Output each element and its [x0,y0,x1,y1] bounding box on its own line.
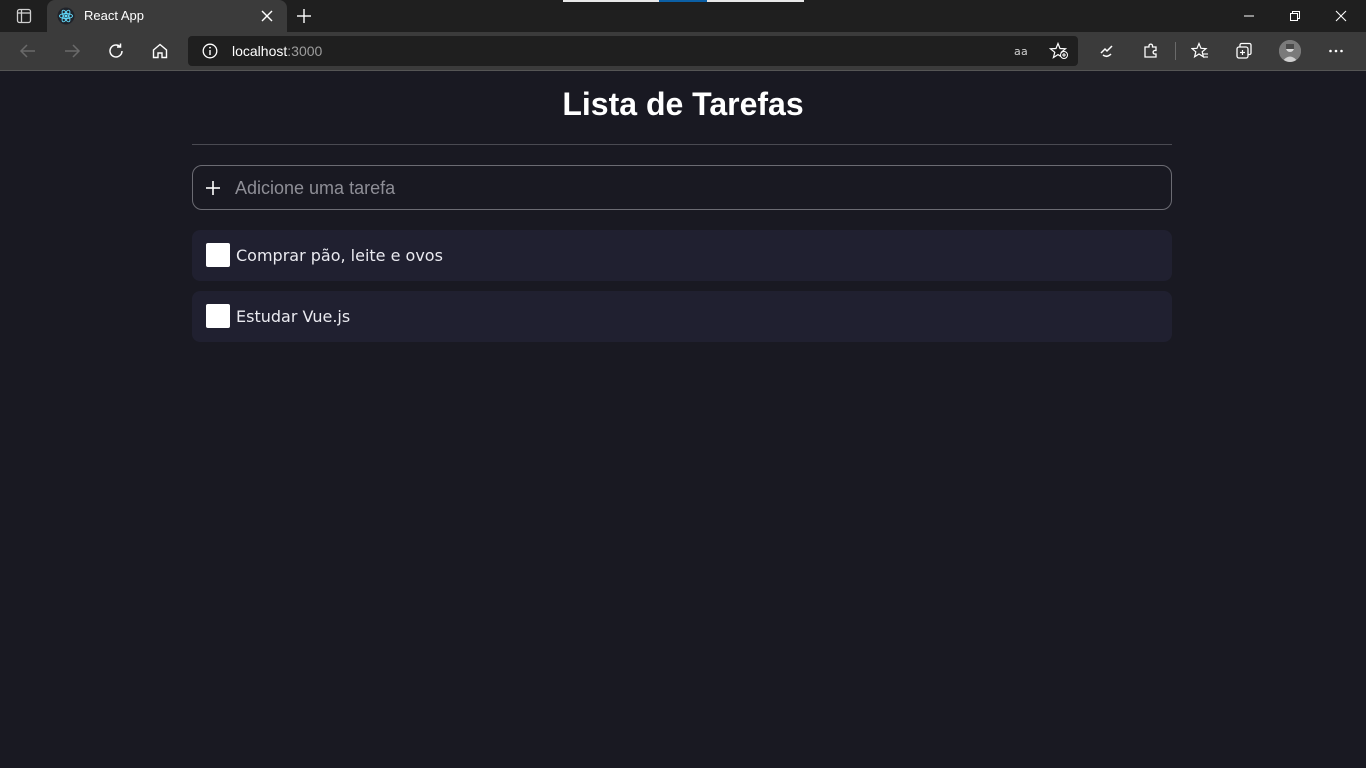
add-task-input[interactable] [233,172,1157,204]
add-task-field[interactable] [192,165,1172,210]
plus-icon[interactable] [205,180,221,196]
drag-region-indicator [563,0,804,2]
avatar[interactable] [1279,40,1301,62]
close-icon[interactable] [260,9,274,23]
tab-title: React App [84,8,144,23]
tab-actions-icon[interactable] [10,6,38,26]
url-host: localhost [232,43,288,59]
home-icon[interactable] [149,40,171,62]
svg-text:a: a [1014,45,1021,58]
page-title: Lista de Tarefas [562,86,804,122]
react-icon [57,7,75,25]
browser-toolbar: localhost:3000 aa [0,32,1366,71]
task-checkbox[interactable] [206,243,230,267]
title-divider [192,144,1172,145]
browser-tab-bar: React App [0,0,1366,32]
heart-pulse-icon[interactable] [1096,40,1118,62]
more-icon[interactable] [1325,40,1347,62]
task-item[interactable]: Estudar Vue.js [192,291,1172,342]
new-tab-plus-icon[interactable] [296,8,312,24]
task-text: Estudar Vue.js [236,307,351,326]
svg-text:a: a [1021,45,1028,58]
info-icon[interactable] [202,43,218,59]
translate-icon[interactable]: aa [1012,42,1032,60]
favorites-icon[interactable] [1189,40,1211,62]
task-checkbox[interactable] [206,304,230,328]
window-close-icon[interactable] [1318,0,1364,32]
task-text: Comprar pão, leite e ovos [236,246,443,265]
minimize-icon[interactable] [1226,0,1272,32]
back-arrow-icon[interactable] [17,40,39,62]
refresh-icon[interactable] [105,40,127,62]
forward-arrow-icon[interactable] [61,40,83,62]
task-item[interactable]: Comprar pão, leite e ovos [192,230,1172,281]
collections-icon[interactable] [1233,40,1255,62]
puzzle-icon[interactable] [1140,40,1162,62]
star-add-icon[interactable] [1049,42,1069,60]
address-bar[interactable]: localhost:3000 aa [188,36,1078,66]
browser-tab[interactable]: React App [47,0,287,32]
restore-icon[interactable] [1272,0,1318,32]
address-url: localhost:3000 [232,43,322,59]
toolbar-separator [1175,42,1176,60]
url-port: :3000 [287,43,323,59]
